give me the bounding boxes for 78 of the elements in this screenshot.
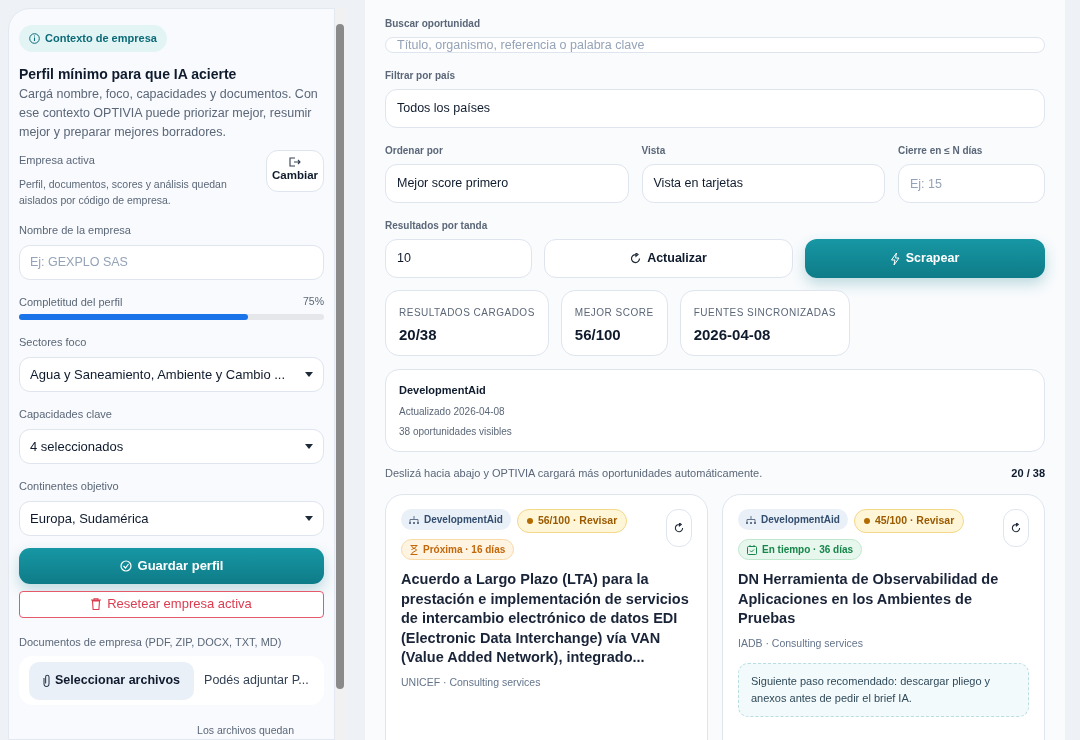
stat-value: 2026-04-08	[693, 325, 772, 345]
field-label: Vista	[641, 144, 667, 158]
sort-select[interactable]: Mejor score primero	[385, 164, 629, 203]
caret-icon	[305, 444, 313, 450]
caret-icon	[305, 372, 313, 378]
select-field[interactable]: Agua y Saneamiento, Ambiente y Cambio ...	[19, 356, 324, 393]
field-label: Capacidades clave	[19, 407, 113, 423]
source-count: 38 oportunidades visibles	[399, 424, 513, 439]
country-select[interactable]: Todos los países	[385, 89, 1045, 128]
refresh-button[interactable]	[666, 509, 692, 547]
closing-days-field[interactable]: Ej: 15	[898, 164, 1045, 203]
completeness-percent: 75%	[303, 293, 324, 309]
exit-icon	[289, 156, 301, 167]
scrape-button[interactable]: Scrapear	[805, 239, 1045, 278]
refresh-icon	[674, 523, 684, 533]
field-label: Cierre en ≤ N días	[898, 144, 984, 158]
lightning-icon	[890, 252, 900, 265]
field-label: Completitud del perfil	[19, 294, 123, 310]
field-label: Nombre de la empresa	[19, 223, 132, 238]
scrollbar[interactable]	[335, 8, 345, 740]
stat-value: 20/38	[399, 325, 438, 345]
field-label: Continentes objetivo	[19, 479, 120, 495]
select-files-button[interactable]: Seleccionar archivos	[29, 661, 195, 700]
field-label: Documentos de empresa (PDF, ZIP, DOCX, TXT, MD)	[19, 634, 283, 650]
select-field[interactable]: 4 seleccionados	[19, 428, 324, 465]
source-updated: Actualizado 2026-04-08	[399, 404, 506, 419]
field-label: Sectores foco	[19, 335, 88, 351]
company-name-field[interactable]: Ej: GEXPLO SAS	[19, 244, 324, 280]
save-profile-button[interactable]: Guardar perfil	[19, 548, 324, 584]
profile-title: Perfil mínimo para que IA acierte	[19, 64, 238, 84]
search-field[interactable]: Título, organismo, referencia o palabra clave	[385, 37, 1045, 53]
sitemap-icon	[409, 515, 419, 524]
next-step-note: Siguiente paso recomendado: descargar pliego y anexos antes de pedir el brief IA.	[738, 663, 1029, 718]
info-icon	[29, 32, 40, 44]
stat-label: RESULTADOS CARGADOS	[399, 306, 535, 320]
profile-description: Cargá nombre, foco, capacidades y documentos. Con ese contexto OPTIVIA puede priorizar mejor, resumir mejor y preparar mejores borradores.	[19, 85, 319, 141]
company-note: Perfil, documentos, scores y análisis quedan aislados por código de empresa.	[19, 177, 228, 208]
source-tag: DevelopmentAid	[738, 509, 848, 530]
deadline-badge: Próxima · 16 días	[401, 539, 515, 560]
opportunity-title: Acuerdo a Largo Plazo (LTA) para la prestación e implementación de servicios de intercambio electrónico de datos EDI (Electronic Data Interchange) vía VAN (Value Added Network), integrado...	[401, 570, 690, 667]
field-label: Empresa activa	[19, 152, 96, 168]
file-upload-field[interactable]: Seleccionar archivos Podés adjuntar P...	[19, 656, 324, 706]
opportunity-title: DN Herramienta de Observabilidad de Aplicaciones en los Ambientes de Pruebas	[738, 570, 1000, 628]
change-company-button[interactable]: Cambiar	[266, 149, 324, 192]
field-label: Ordenar por	[385, 144, 444, 158]
field-label: Buscar oportunidad	[385, 17, 481, 31]
select-field[interactable]: Europa, Sudamérica	[19, 500, 324, 537]
field-label: Filtrar por país	[385, 69, 456, 83]
deadline-badge: En tiempo · 36 días	[738, 539, 863, 560]
caret-icon	[305, 516, 313, 522]
scroll-hint: Deslizá hacia abajo y OPTIVIA cargará más oportunidades automáticamente.	[385, 465, 763, 481]
upload-hint: Podés adjuntar P...	[204, 672, 309, 690]
hourglass-icon	[410, 544, 418, 555]
opportunity-meta: IADB · Consulting services	[738, 635, 864, 651]
batch-size-field[interactable]: 10	[385, 239, 532, 278]
field-label: Resultados por tanda	[385, 219, 489, 233]
refresh-icon	[1011, 523, 1021, 533]
stat-value: 56/100	[574, 325, 622, 345]
refresh-button[interactable]	[1003, 509, 1029, 547]
opportunity-meta: UNICEF · Consulting services	[401, 674, 542, 690]
result-count: 20 / 38	[1011, 465, 1045, 481]
trash-icon	[91, 598, 102, 611]
section-badge: Contexto de empresa	[19, 25, 167, 52]
stat-label: MEJOR SCORE	[574, 306, 654, 320]
stat-label: FUENTES SINCRONIZADAS	[693, 306, 836, 320]
refresh-icon	[630, 253, 642, 264]
score-badge: 45/100 · Revisar	[853, 509, 965, 533]
check-circle-icon	[119, 559, 132, 572]
source-name: DevelopmentAid	[399, 383, 487, 398]
reset-company-button[interactable]: Resetear empresa activa	[19, 590, 324, 618]
score-badge: 56/100 · Revisar	[516, 509, 628, 533]
refresh-button[interactable]: Actualizar	[544, 239, 793, 278]
view-select[interactable]: Vista en tarjetas	[641, 164, 885, 203]
paperclip-icon	[43, 674, 50, 688]
sitemap-icon	[746, 515, 756, 524]
source-tag: DevelopmentAid	[401, 509, 511, 530]
calendar-icon	[747, 544, 757, 555]
upload-footer-note: Los archivos quedan	[197, 723, 294, 739]
